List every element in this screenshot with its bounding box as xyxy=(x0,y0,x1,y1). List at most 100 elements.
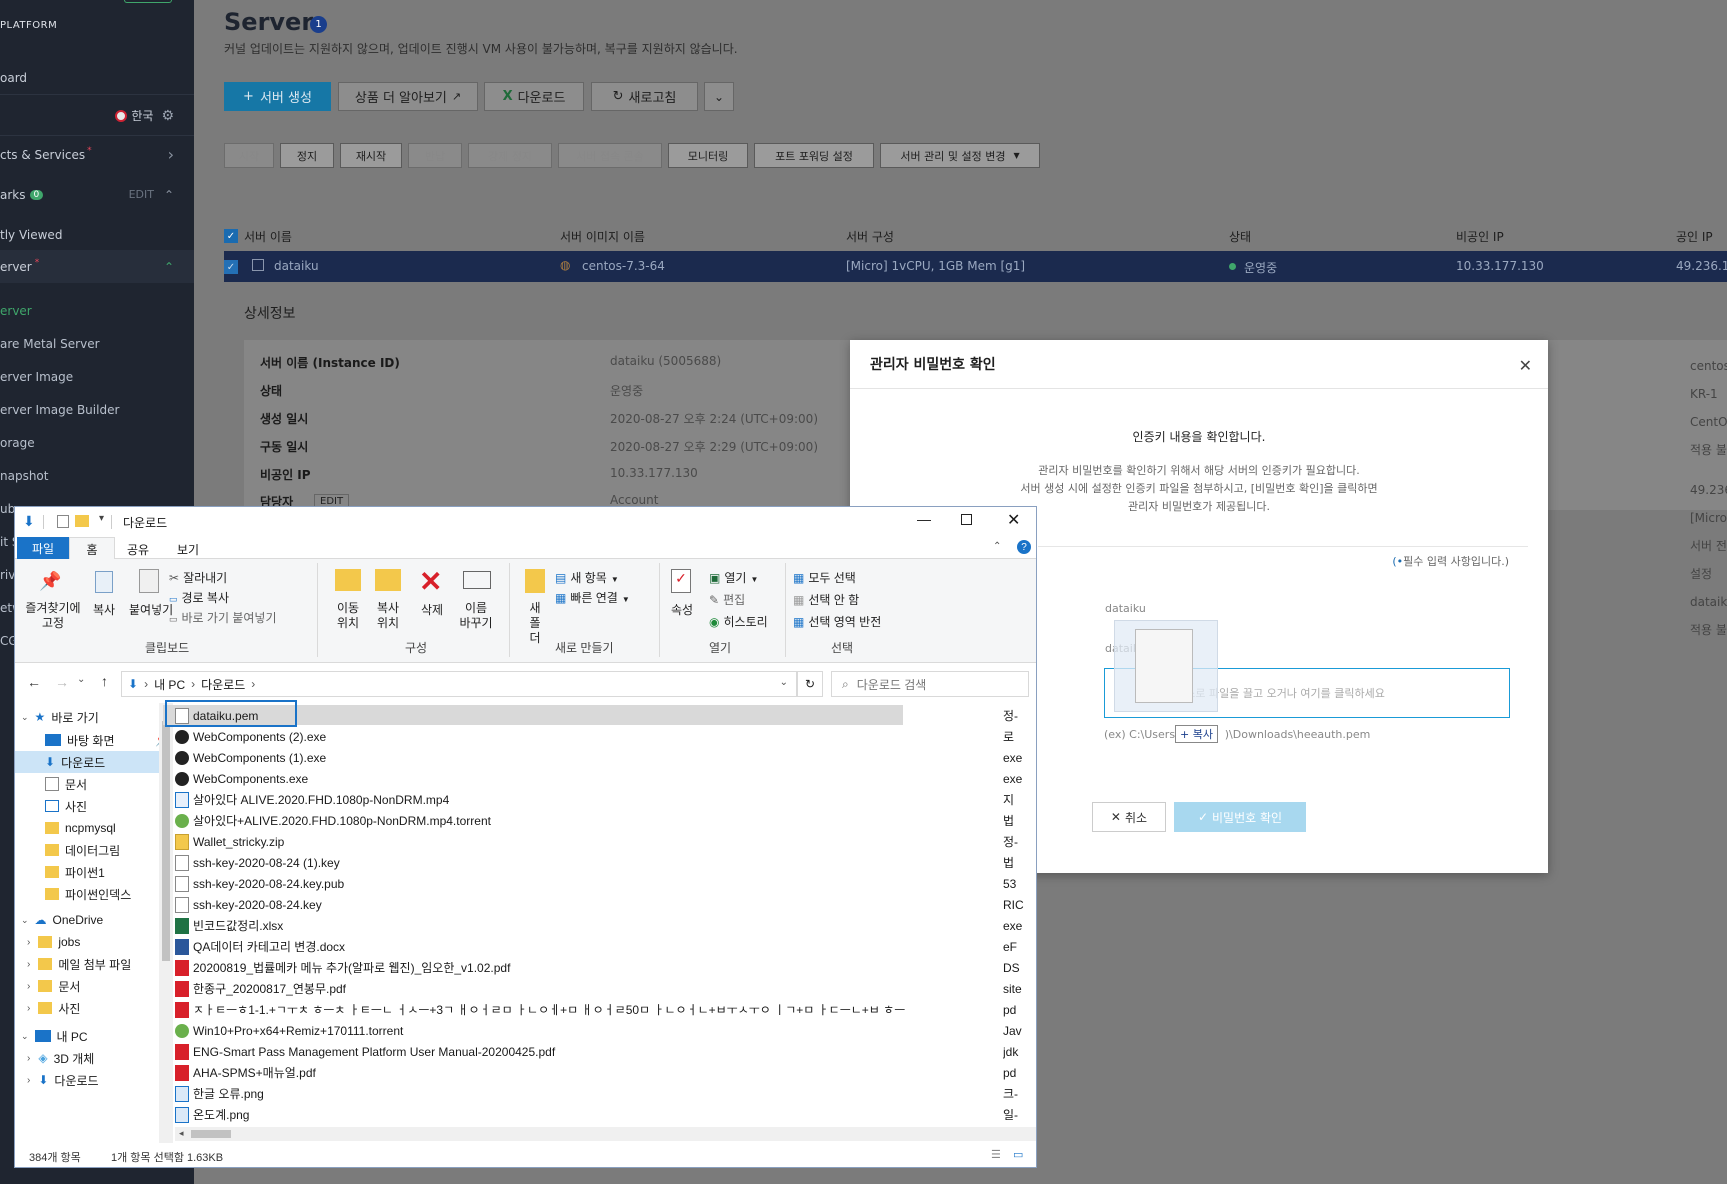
cut-button[interactable]: ✂ 잘라내기 xyxy=(169,569,227,586)
tab-view[interactable]: 보기 xyxy=(177,541,199,558)
column-header[interactable]: 서버 이름 xyxy=(244,228,292,245)
file-item-partial[interactable]: 53 xyxy=(1003,873,1037,894)
sidebar-item-products[interactable]: cts & Services * › xyxy=(0,138,194,171)
folder-qa-icon[interactable] xyxy=(75,515,89,527)
sidebar-item-bare-metal[interactable]: are Metal Server xyxy=(0,327,194,360)
row-checkbox[interactable]: ✓ xyxy=(224,260,238,274)
cancel-button[interactable]: ✕ 취소 xyxy=(1092,802,1166,832)
qa-dropdown-icon[interactable]: ▾ xyxy=(99,513,104,524)
sidebar-item-storage[interactable]: orage xyxy=(0,426,194,459)
up-icon[interactable]: ↑ xyxy=(101,673,108,689)
column-header[interactable]: 비공인 IP xyxy=(1456,228,1504,245)
minimize-icon[interactable]: — xyxy=(917,511,931,527)
select-none-button[interactable]: ▦ 선택 안 함 xyxy=(793,591,859,608)
file-item-partial[interactable]: jdk xyxy=(1003,1041,1037,1062)
file-item-partial[interactable]: Jav xyxy=(1003,1020,1037,1041)
gear-icon[interactable]: ⚙ xyxy=(161,108,174,124)
chevron-up-icon[interactable]: ⌃ xyxy=(164,260,174,274)
column-header[interactable]: 서버 구성 xyxy=(846,228,894,245)
sidebar-item-public-ip[interactable]: ublic IP xyxy=(0,492,14,525)
refresh-button[interactable]: ↻ 새로고침 xyxy=(591,82,698,111)
help-icon[interactable]: ? xyxy=(1017,540,1031,554)
collapse-ribbon-icon[interactable]: ⌃ xyxy=(993,541,1001,552)
horizontal-scrollbar[interactable]: ◂ xyxy=(175,1127,1036,1141)
sidebar-item-acg[interactable]: CG xyxy=(0,624,14,657)
tab-home[interactable]: 홈 xyxy=(69,537,115,560)
start-button[interactable]: 시작 xyxy=(224,143,274,168)
sidebar-item-server-group[interactable]: erver * ⌃ xyxy=(0,250,194,283)
sidebar-item-snapshot[interactable]: napshot xyxy=(0,459,194,492)
force-stop-button[interactable]: 강제 정지 xyxy=(468,143,552,168)
sidebar-item-server[interactable]: erver xyxy=(0,294,194,327)
server-manage-button[interactable]: 서버 관리 및 설정 변경 ▼ xyxy=(880,143,1040,168)
file-item-partial[interactable]: 법 xyxy=(1003,852,1037,873)
forward-icon[interactable]: → xyxy=(55,674,69,690)
restart-button[interactable]: 재시작 xyxy=(340,143,402,168)
copy-path-button[interactable]: ▭ 경로 복사 xyxy=(169,589,229,606)
sidebar-item-dashboard[interactable]: oard xyxy=(0,61,194,94)
file-item-partial[interactable]: site xyxy=(1003,978,1037,999)
monitoring-button[interactable]: 모니터링 xyxy=(668,143,748,168)
properties-qa-icon[interactable] xyxy=(57,515,69,528)
address-bar[interactable]: ⬇ › 내 PC › 다운로드 › ⌄ xyxy=(121,671,797,697)
file-item-partial[interactable]: 지 xyxy=(1003,789,1037,810)
edit-link[interactable]: EDIT xyxy=(129,188,154,201)
copy-to-button[interactable]: 복사 위치 xyxy=(371,601,405,631)
select-all-checkbox[interactable]: ✓ xyxy=(224,229,238,243)
rename-button[interactable]: 이름 바꾸기 xyxy=(459,601,493,631)
console-button[interactable]: 서버 접속 콘솔 xyxy=(558,143,662,168)
file-item-partial[interactable]: exe xyxy=(1003,915,1037,936)
new-item-button[interactable]: ▤ 새 항목 ▼ xyxy=(555,569,619,586)
details-view-icon[interactable]: ☰ xyxy=(991,1148,1001,1161)
file-item-partial[interactable]: exe xyxy=(1003,768,1037,789)
learn-more-button[interactable]: 상품 더 알아보기 ↗ xyxy=(338,82,478,111)
port-forwarding-button[interactable]: 포트 포워딩 설정 xyxy=(754,143,874,168)
tab-file[interactable]: 파일 xyxy=(17,537,69,559)
file-item-partial[interactable]: 정- xyxy=(1003,831,1037,852)
sidebar-item-init-script[interactable]: it S xyxy=(0,525,14,558)
large-icons-view-icon[interactable]: ▭ xyxy=(1013,1148,1023,1161)
return-button[interactable]: 반납 xyxy=(408,143,462,168)
delete-button[interactable]: 삭제 xyxy=(421,601,443,618)
column-header[interactable]: 서버 이미지 이름 xyxy=(560,228,645,245)
table-row[interactable]: ✓ dataiku ◍ centos-7.3-64 [Micro] 1vCPU,… xyxy=(224,251,1727,282)
paste-button[interactable]: 붙여넣기 xyxy=(129,601,173,618)
file-item-partial[interactable]: 크- xyxy=(1003,1083,1037,1104)
info-badge[interactable]: 1 xyxy=(310,16,327,33)
new-folder-button[interactable]: 새 폴더 xyxy=(525,601,545,646)
close-icon[interactable]: ✕ xyxy=(1007,510,1020,530)
sidebar-item-private[interactable]: riva xyxy=(0,558,14,591)
refresh-icon[interactable]: ↻ xyxy=(797,671,823,697)
confirm-password-button[interactable]: ✓ 비밀번호 확인 xyxy=(1174,802,1306,832)
invert-selection-button[interactable]: ▦ 선택 영역 반전 xyxy=(793,613,881,630)
search-box[interactable]: ⌕ 다운로드 검색 xyxy=(831,671,1029,697)
history-button[interactable]: ◉ 히스토리 xyxy=(709,613,768,630)
easy-access-button[interactable]: ▦ 빠른 연결 ▼ xyxy=(555,589,630,606)
file-item-partial[interactable]: 정- xyxy=(1003,705,1037,726)
breadcrumb-my-pc[interactable]: 내 PC xyxy=(154,676,185,693)
file-item-partial[interactable]: 로 xyxy=(1003,726,1037,747)
file-item-partial[interactable]: pd xyxy=(1003,1062,1037,1083)
scrollbar-thumb[interactable] xyxy=(191,1130,231,1138)
sidebar-item-image-builder[interactable]: erver Image Builder xyxy=(0,393,194,426)
recent-dropdown-icon[interactable]: ⌄ xyxy=(77,674,85,685)
sidebar-lang[interactable]: 한국 ⚙ xyxy=(0,99,194,132)
close-icon[interactable]: ✕ xyxy=(1519,356,1532,375)
open-button[interactable]: ▣ 열기 ▼ xyxy=(709,569,758,586)
edit-button[interactable]: ✎ 편집 xyxy=(709,591,745,608)
tab-share[interactable]: 공유 xyxy=(127,541,149,558)
pin-button[interactable]: 즐겨찾기에 고정 xyxy=(23,601,83,631)
sidebar-item-bookmarks[interactable]: arks 0 EDIT ⌃ xyxy=(0,178,194,211)
download-button[interactable]: X 다운로드 xyxy=(484,82,584,111)
select-all-button[interactable]: ▦ 모두 선택 xyxy=(793,569,856,586)
copy-button[interactable]: 복사 xyxy=(93,601,115,618)
more-dropdown-button[interactable]: ⌄ xyxy=(704,82,734,111)
file-item-partial[interactable]: DS xyxy=(1003,957,1037,978)
maximize-icon[interactable] xyxy=(961,514,972,525)
sidebar-item-server-image[interactable]: erver Image xyxy=(0,360,194,393)
move-to-button[interactable]: 이동 위치 xyxy=(331,601,365,631)
sidebar-item-network[interactable]: etw xyxy=(0,591,14,624)
stop-button[interactable]: 정지 xyxy=(280,143,334,168)
paste-shortcut-button[interactable]: ▭ 바로 가기 붙여넣기 xyxy=(169,609,277,626)
breadcrumb-downloads[interactable]: 다운로드 xyxy=(201,676,245,693)
